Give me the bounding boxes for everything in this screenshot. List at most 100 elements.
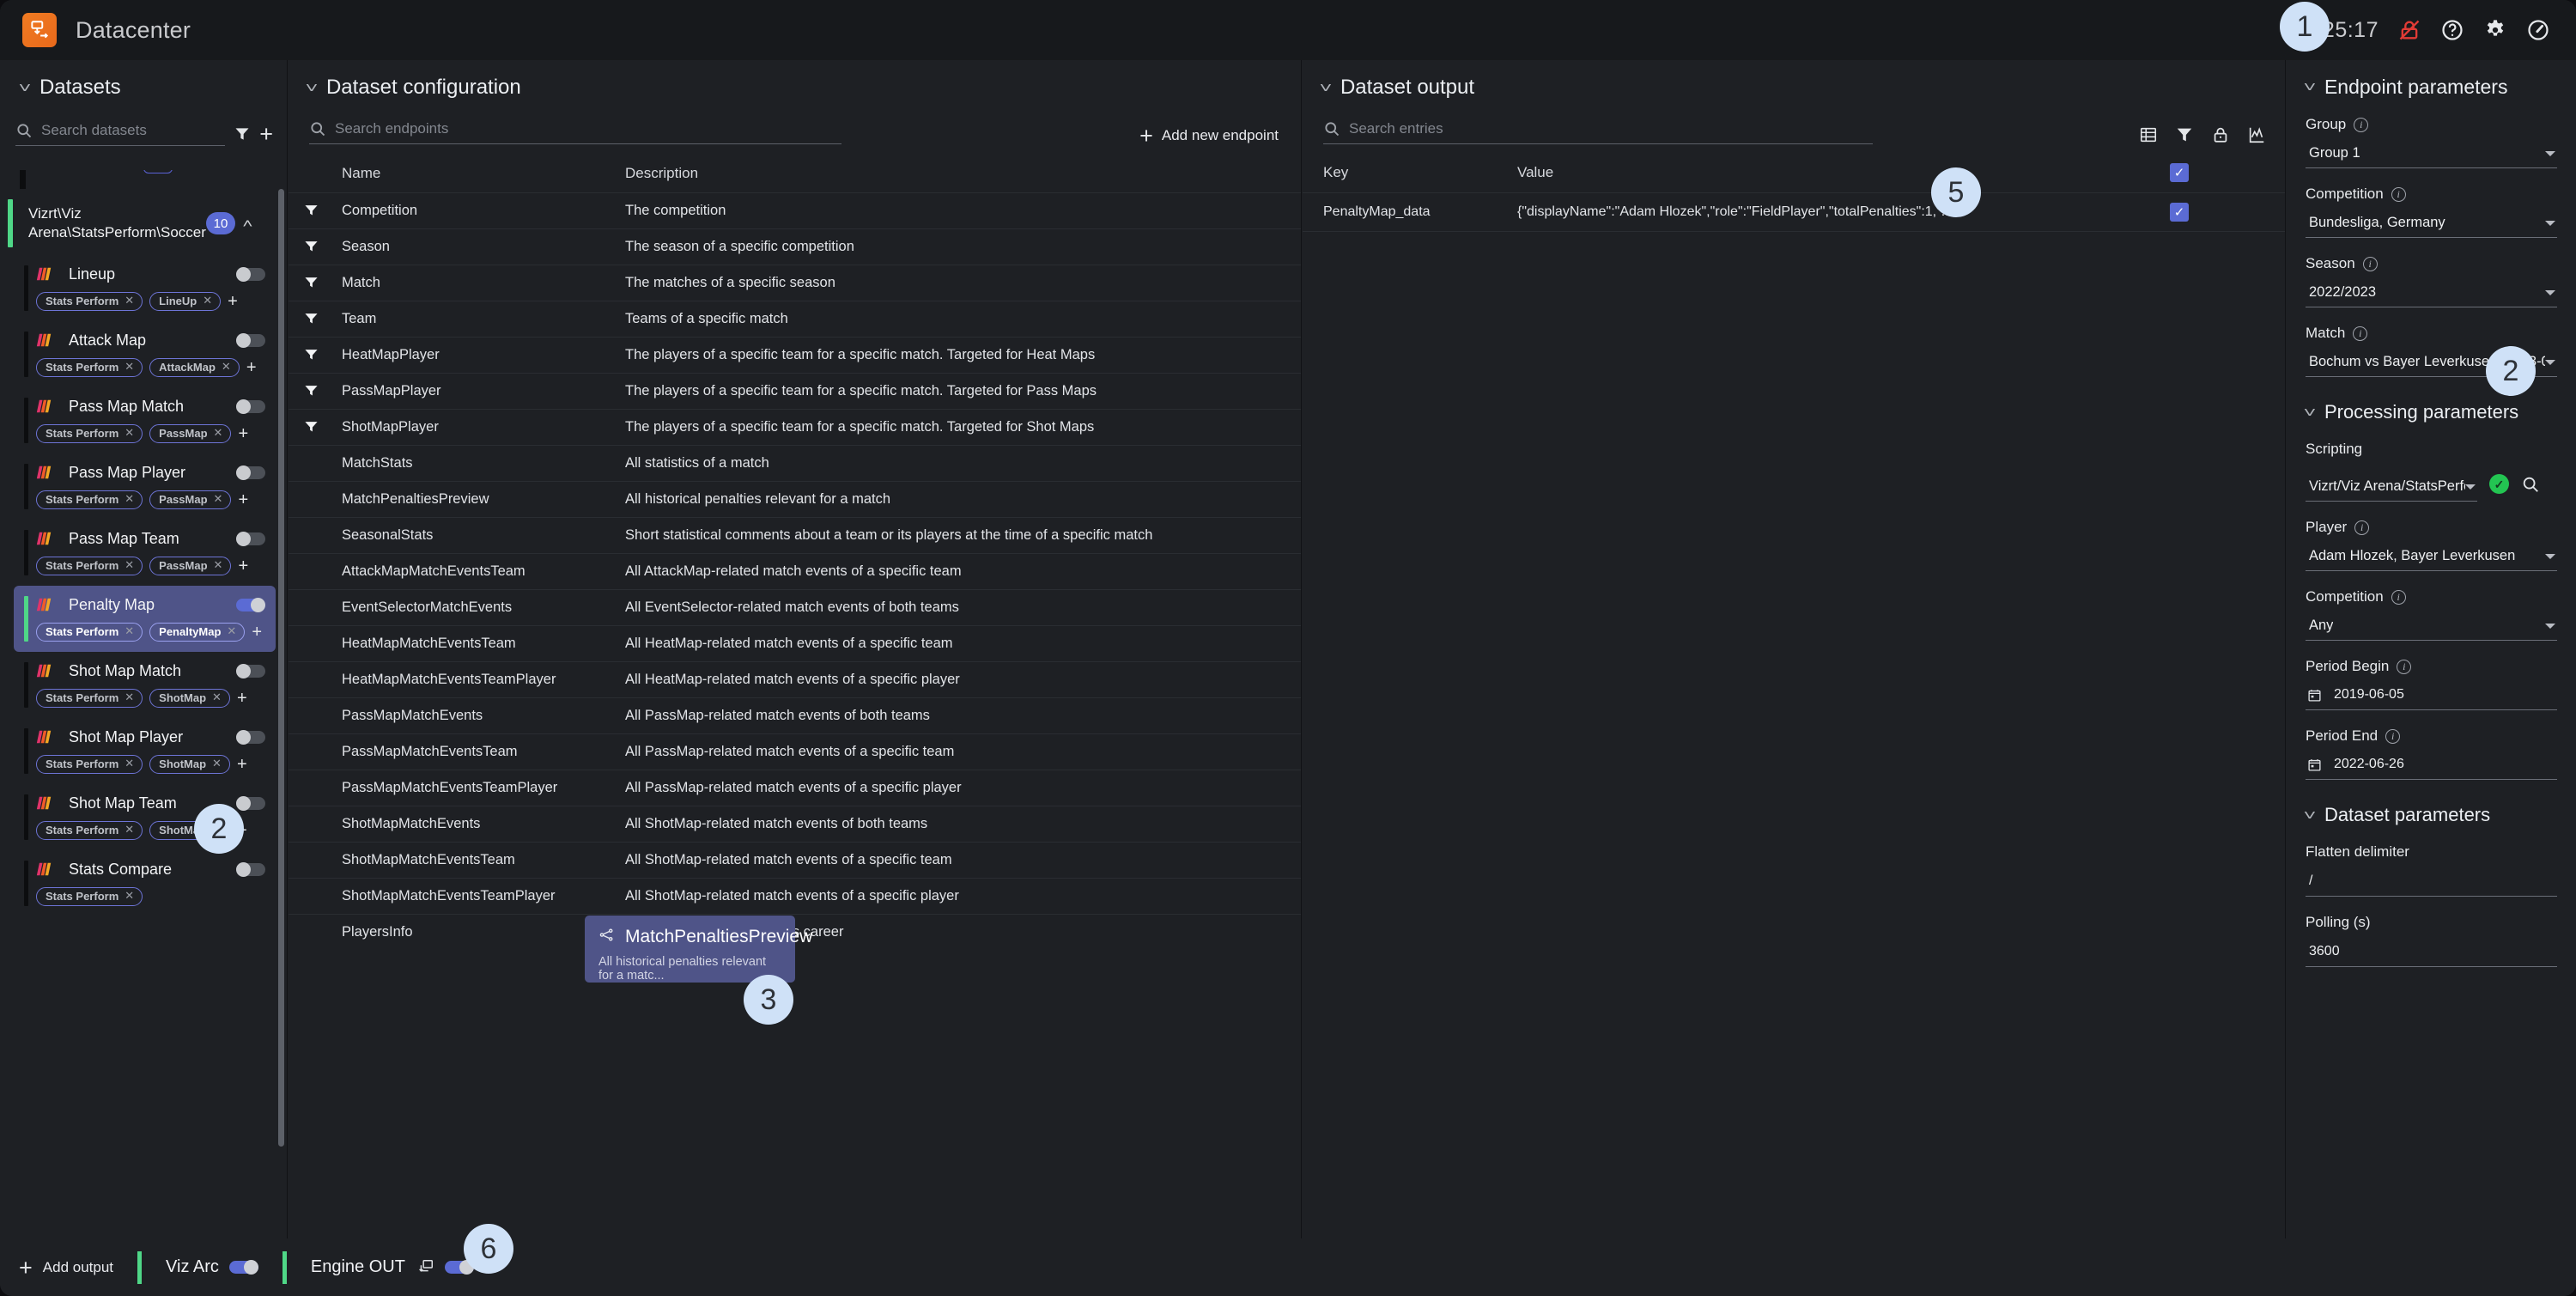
funnel-icon[interactable]: [304, 276, 342, 290]
dataset-enable-toggle[interactable]: [236, 665, 265, 678]
funnel-icon[interactable]: [304, 348, 342, 362]
search-entries-input[interactable]: Search entries: [1323, 120, 1873, 144]
dataset-item-stats-compare[interactable]: Stats CompareStats Perform✕: [14, 850, 276, 916]
row-filter-icon-cell[interactable]: [289, 662, 342, 698]
dataset-tag-chip[interactable]: PassMap✕: [149, 557, 231, 575]
close-icon[interactable]: ✕: [125, 889, 134, 903]
dataset-enable-toggle[interactable]: [236, 797, 265, 810]
dataset-enable-toggle[interactable]: [236, 863, 265, 876]
close-icon[interactable]: ✕: [125, 823, 134, 837]
search-datasets-input[interactable]: Search datasets: [15, 122, 225, 146]
row-filter-icon-cell[interactable]: [289, 915, 342, 951]
row-filter-icon-cell[interactable]: [289, 734, 342, 770]
scripting-select[interactable]: Vizrt/Viz Arena/StatsPerform: [2306, 475, 2477, 502]
close-icon[interactable]: ✕: [227, 624, 236, 638]
info-icon[interactable]: i: [2353, 326, 2367, 341]
info-icon[interactable]: i: [2391, 590, 2406, 605]
row-filter-icon-cell[interactable]: [289, 374, 342, 410]
table-row[interactable]: ShotMapMatchEventsTeamAll ShotMap-relate…: [289, 843, 1301, 879]
datasets-scrollbar[interactable]: [278, 189, 284, 1147]
chevron-down-icon[interactable]: ˅: [306, 81, 319, 95]
info-icon[interactable]: i: [2363, 257, 2378, 271]
close-icon[interactable]: ✕: [214, 426, 223, 440]
table-row[interactable]: AttackMapMatchEventsTeamAll AttackMap-re…: [289, 554, 1301, 590]
add-tag-button[interactable]: +: [238, 560, 248, 572]
season-select[interactable]: 2022/2023: [2306, 281, 2557, 307]
table-row[interactable]: HeatMapMatchEventsTeamAll HeatMap-relate…: [289, 626, 1301, 662]
dataset-tag-chip[interactable]: ShotMap✕: [149, 689, 230, 708]
chevron-down-icon[interactable]: ˅: [1320, 81, 1333, 95]
close-icon[interactable]: ✕: [222, 360, 231, 374]
calendar-icon[interactable]: [2307, 688, 2322, 703]
close-icon[interactable]: ✕: [125, 360, 134, 374]
dataset-enable-toggle[interactable]: [236, 268, 265, 281]
table-row[interactable]: PassMapMatchEventsAll PassMap-related ma…: [289, 698, 1301, 734]
close-icon[interactable]: ✕: [125, 294, 134, 307]
add-tag-button[interactable]: +: [246, 362, 257, 374]
row-filter-icon-cell[interactable]: [289, 879, 342, 915]
close-icon[interactable]: ✕: [125, 426, 134, 440]
funnel-icon[interactable]: [304, 420, 342, 435]
filter-icon[interactable]: [234, 125, 251, 143]
table-row[interactable]: SeasonThe season of a specific competiti…: [289, 229, 1301, 265]
table-row[interactable]: PassMapMatchEventsTeamAll PassMap-relate…: [289, 734, 1301, 770]
add-tag-button[interactable]: +: [237, 758, 247, 770]
add-tag-button[interactable]: +: [237, 692, 247, 704]
add-tag-button[interactable]: +: [252, 626, 262, 638]
table-row[interactable]: ShotMapPlayerThe players of a specific t…: [289, 410, 1301, 446]
dataset-tag-chip[interactable]: AttackMap✕: [149, 358, 240, 377]
dataset-tag-chip[interactable]: Stats Perform✕: [36, 623, 143, 642]
dataset-item-penalty-map[interactable]: Penalty MapStats Perform✕PenaltyMap✕+: [14, 586, 276, 652]
row-filter-icon-cell[interactable]: [289, 482, 342, 518]
table-row[interactable]: ShotMapMatchEventsAll ShotMap-related ma…: [289, 806, 1301, 843]
dataset-item-pass-map-team[interactable]: Pass Map TeamStats Perform✕PassMap✕+: [14, 520, 276, 586]
close-icon[interactable]: ✕: [125, 558, 134, 572]
table-row[interactable]: ShotMapMatchEventsTeamPlayerAll ShotMap-…: [289, 879, 1301, 915]
close-icon[interactable]: ✕: [125, 492, 134, 506]
info-icon[interactable]: i: [2391, 187, 2406, 202]
funnel-icon[interactable]: [304, 240, 342, 254]
table-row[interactable]: PenaltyMap_data{"displayName":"Adam Hloz…: [1303, 193, 2285, 232]
columns-icon[interactable]: [2139, 125, 2158, 144]
add-new-endpoint-button[interactable]: + Add new endpoint: [1139, 127, 1279, 144]
table-row[interactable]: PassMapMatchEventsTeamPlayerAll PassMap-…: [289, 770, 1301, 806]
output-row-checkbox-cell[interactable]: ✓: [2170, 193, 2285, 232]
funnel-icon[interactable]: [304, 204, 342, 218]
chevron-down-icon[interactable]: ˅: [19, 81, 32, 95]
table-row[interactable]: EventSelectorMatchEventsAll EventSelecto…: [289, 590, 1301, 626]
help-icon[interactable]: [2440, 18, 2464, 42]
dataset-group-header[interactable]: Vizrt\Viz Arena\StatsPerform\Soccer 10 ˄: [0, 192, 288, 255]
close-icon[interactable]: ✕: [125, 691, 134, 704]
table-row[interactable]: HeatMapMatchEventsTeamPlayerAll HeatMap-…: [289, 662, 1301, 698]
info-icon[interactable]: i: [2354, 118, 2368, 132]
period-begin-date-input[interactable]: 2019-06-05: [2306, 685, 2557, 710]
row-filter-icon-cell[interactable]: [289, 626, 342, 662]
add-tag-button[interactable]: +: [238, 428, 248, 440]
calendar-icon[interactable]: [2307, 758, 2322, 772]
add-output-button[interactable]: + Add output: [19, 1259, 113, 1276]
competition-select[interactable]: Bundesliga, Germany: [2306, 211, 2557, 238]
dataset-tag-chip[interactable]: Stats Perform✕: [36, 689, 143, 708]
row-filter-icon-cell[interactable]: [289, 193, 342, 229]
close-icon[interactable]: ✕: [212, 757, 222, 770]
chevron-down-icon[interactable]: ˅: [2304, 80, 2317, 94]
table-row[interactable]: MatchStatsAll statistics of a match: [289, 446, 1301, 482]
table-row[interactable]: HeatMapPlayerThe players of a specific t…: [289, 338, 1301, 374]
dataset-tag-chip[interactable]: PassMap✕: [149, 424, 231, 443]
close-icon[interactable]: ✕: [214, 492, 223, 506]
dataset-enable-toggle[interactable]: [236, 731, 265, 744]
add-tag-button[interactable]: +: [228, 295, 238, 307]
polling-s-input[interactable]: 3600: [2306, 941, 2557, 967]
performance-icon[interactable]: [2526, 18, 2550, 42]
chevron-down-icon[interactable]: ˅: [2304, 405, 2317, 420]
funnel-icon[interactable]: [304, 312, 342, 326]
close-icon[interactable]: ✕: [125, 624, 134, 638]
dataset-tag-chip[interactable]: Stats Perform✕: [36, 887, 143, 906]
dataset-tag-chip[interactable]: Stats Perform✕: [36, 292, 143, 311]
chevron-up-icon[interactable]: ˄: [242, 216, 252, 231]
dataset-tag-chip[interactable]: Stats Perform✕: [36, 821, 143, 840]
close-icon[interactable]: ✕: [125, 757, 134, 770]
dataset-tag-chip[interactable]: Stats Perform✕: [36, 424, 143, 443]
table-row[interactable]: PassMapPlayerThe players of a specific t…: [289, 374, 1301, 410]
dataset-tag-chip[interactable]: Stats Perform✕: [36, 490, 143, 509]
